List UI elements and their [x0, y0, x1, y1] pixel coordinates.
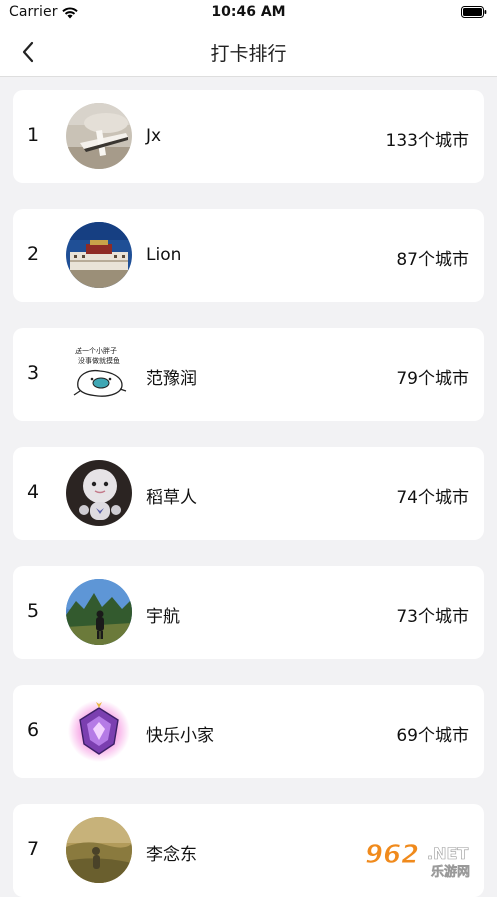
ranking-row[interactable]: 1 Jx 133个城市 [13, 90, 484, 183]
rank-number: 6 [27, 719, 40, 741]
avatar-caption-line-2: 没事做就摸鱼 [78, 356, 120, 365]
user-name: Jx [146, 126, 162, 146]
ranking-row[interactable]: 4 稻草人 74个城市 [13, 447, 484, 540]
city-count: 74个城市 [396, 488, 469, 508]
ranking-row[interactable]: 3 送一个小胖子 没事做就摸鱼 范豫润 79个城市 [13, 328, 484, 421]
rank-number: 5 [27, 600, 40, 622]
rank-number: 7 [27, 838, 40, 860]
city-count: 69个城市 [396, 726, 469, 746]
user-name: 快乐小家 [146, 726, 214, 746]
avatar [66, 579, 132, 645]
watermark-tagline: 乐游网 [431, 864, 470, 879]
status-bar: Carrier 10:46 AM [0, 0, 497, 26]
navigation-bar: 打卡排行 [0, 26, 497, 77]
city-count: 79个城市 [396, 369, 469, 389]
avatar-caption-line-1: 送一个小胖子 [75, 346, 117, 355]
watermark-digits: 962 [365, 840, 419, 870]
avatar: 送一个小胖子 没事做就摸鱼 [66, 341, 132, 407]
avatar [66, 460, 132, 526]
user-name: 稻草人 [146, 488, 197, 508]
rank-number: 1 [27, 124, 40, 146]
page-title: 打卡排行 [210, 43, 287, 65]
user-name: 宇航 [146, 607, 180, 627]
user-name: 李念东 [146, 845, 197, 865]
battery-icon [461, 6, 487, 18]
user-name: Lion [146, 245, 182, 265]
avatar [66, 103, 132, 169]
city-count: 73个城市 [396, 607, 469, 627]
watermark-suffix: .NET [427, 844, 468, 863]
site-watermark: 962 .NET 乐游网 [365, 840, 471, 880]
ranking-row[interactable]: 2 Lion 87个城市 [13, 209, 484, 302]
rank-number: 2 [27, 243, 40, 265]
city-count: 133个城市 [385, 131, 469, 151]
avatar [66, 222, 132, 288]
ranking-row[interactable]: 6 快乐小家 69个城市 [13, 685, 484, 778]
rank-number: 3 [27, 362, 40, 384]
rank-number: 4 [27, 481, 40, 503]
clock: 10:46 AM [211, 4, 286, 20]
city-count: 87个城市 [396, 250, 469, 270]
avatar [66, 817, 132, 883]
user-name: 范豫润 [146, 369, 197, 389]
ranking-row[interactable]: 5 宇航 73个城市 [13, 566, 484, 659]
avatar [66, 698, 132, 764]
